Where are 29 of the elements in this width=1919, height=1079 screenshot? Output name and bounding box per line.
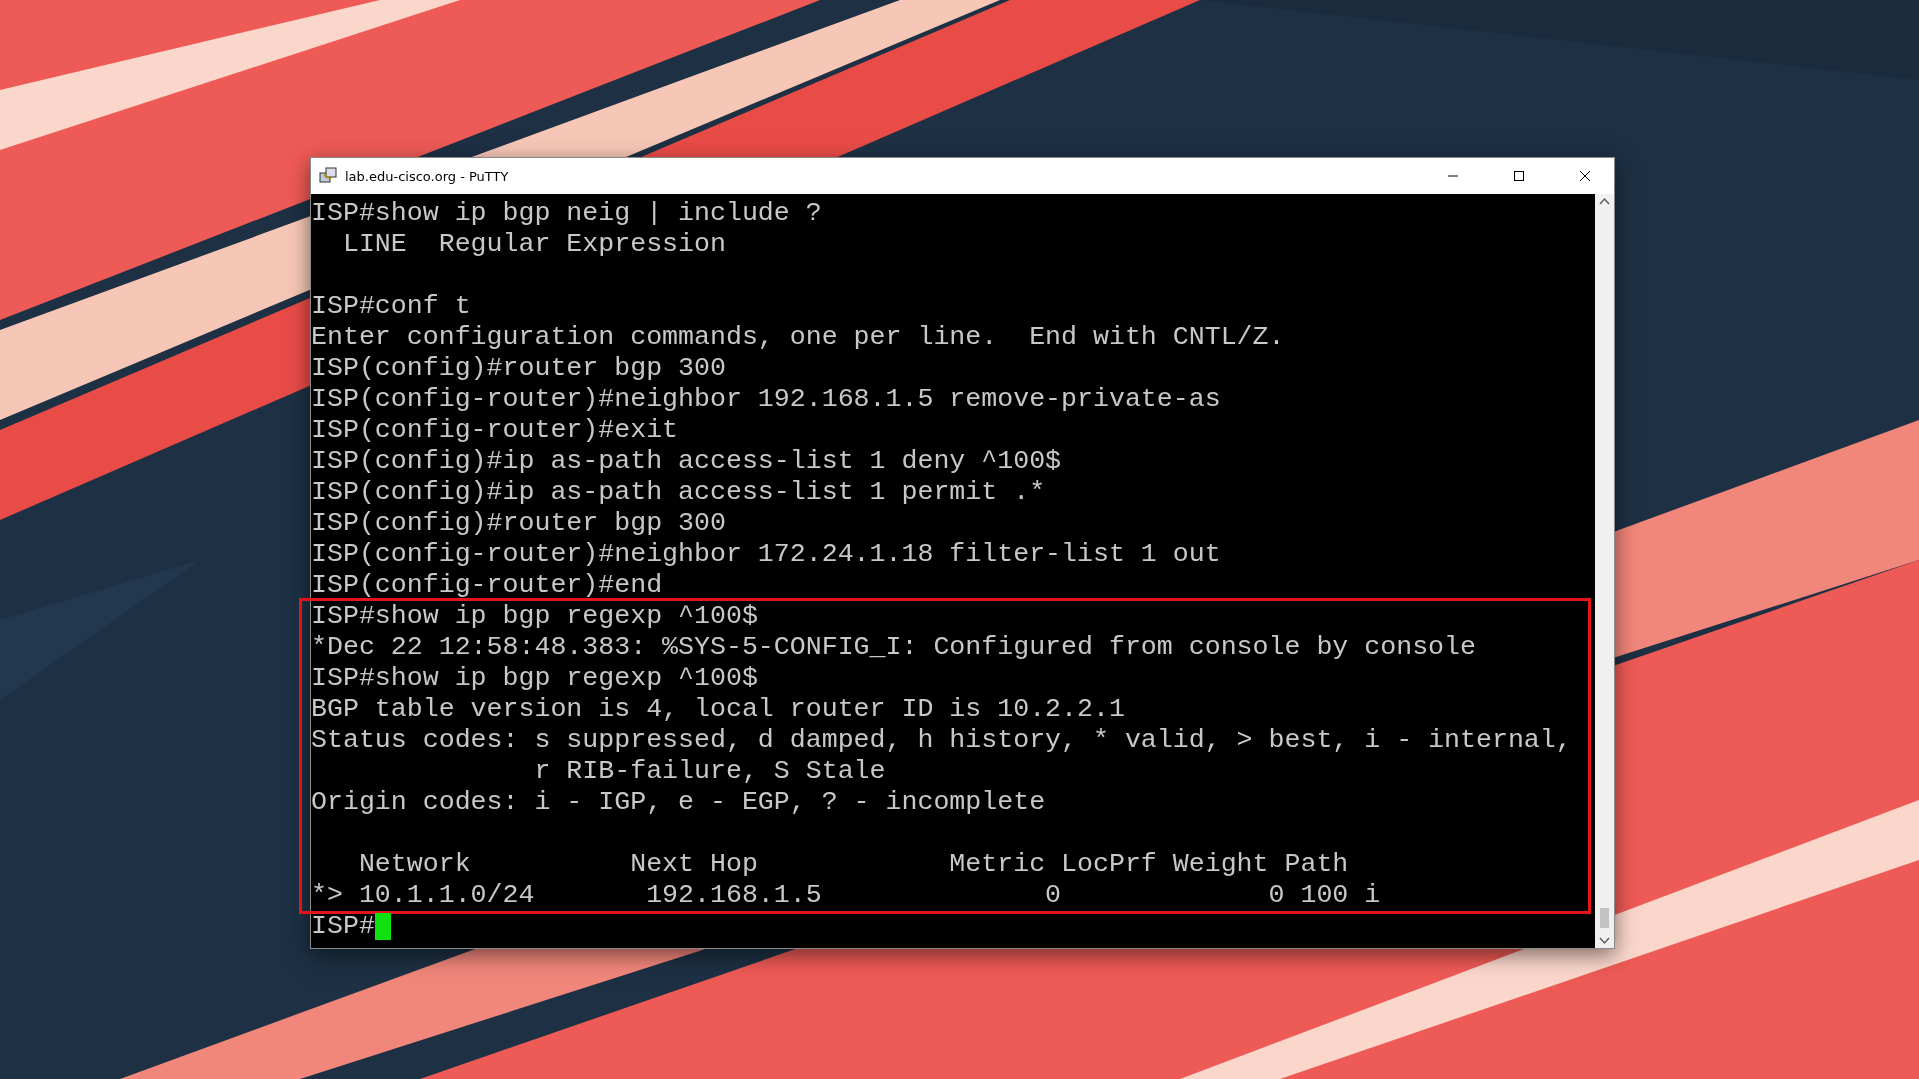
- terminal-line: *Dec 22 12:58:48.383: %SYS-5-CONFIG_I: Configured from console by console: [311, 632, 1476, 663]
- terminal-prompt: ISP#: [311, 911, 375, 942]
- terminal-line: ISP(config-router)#end: [311, 570, 663, 601]
- scrollbar-thumb[interactable]: [1600, 908, 1609, 928]
- terminal-line: ISP#show ip bgp regexp ^100$: [311, 663, 758, 694]
- terminal-line: Enter configuration commands, one per line. End with CNTL/Z.: [311, 322, 1285, 353]
- terminal-line: ISP(config)#ip as-path access-list 1 deny ^100$: [311, 446, 1062, 477]
- terminal-app-icon: [319, 167, 337, 185]
- terminal-line: LINE Regular Expression: [341, 229, 726, 260]
- terminal-line: Network Next Hop Metric LocPrf Weight Path: [357, 849, 1349, 880]
- terminal-line: BGP table version is 4, local router ID is 10.2.2.1: [311, 694, 1125, 725]
- terminal-line: r RIB-failure, S Stale: [533, 756, 886, 787]
- terminal-line: ISP(config)#ip as-path access-list 1 permit .*: [311, 477, 1046, 508]
- terminal-line: ISP(config-router)#exit: [311, 415, 679, 446]
- terminal-line: Status codes: s suppressed, d damped, h history, * valid, > best, i - internal,: [311, 725, 1572, 756]
- terminal-line: ISP(config)#router bgp 300: [311, 508, 726, 539]
- terminal-line: ISP#show ip bgp regexp ^100$: [311, 601, 758, 632]
- window-title: lab.edu-cisco.org - PuTTY: [345, 168, 510, 184]
- text-cursor: [374, 913, 391, 940]
- terminal-line: ISP(config)#router bgp 300: [311, 353, 726, 384]
- terminal-line: ISP(config-router)#neighbor 172.24.1.18 filter-list 1 out: [311, 539, 1221, 570]
- terminal-line: ISP(config-router)#neighbor 192.168.1.5 remove-private-as: [311, 384, 1221, 415]
- terminal-line: ISP#conf t: [311, 291, 471, 322]
- scrollbar[interactable]: [1595, 194, 1614, 948]
- terminal-line: ISP#show ip bgp neig | include ?: [311, 198, 822, 229]
- terminal-line: Origin codes: i - IGP, e - EGP, ? - incomplete: [311, 787, 1046, 818]
- terminal-line: *> 10.1.1.0/24 192.168.1.5 0 0 100 i: [311, 880, 1381, 911]
- close-icon: [1579, 170, 1591, 182]
- maximize-icon: [1513, 170, 1525, 182]
